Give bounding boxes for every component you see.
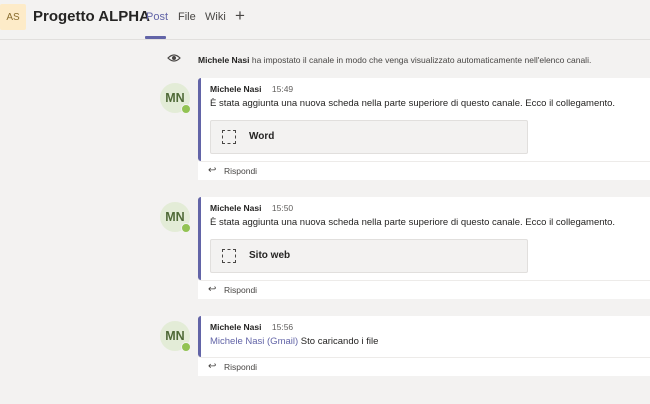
message-time: 15:56: [271, 322, 294, 332]
message-card: Michele Nasi 15:56 Michele Nasi (Gmail) …: [198, 316, 650, 357]
reply-arrow-icon: ↩: [208, 284, 217, 295]
message-card: Michele Nasi 15:50 È stata aggiunta una …: [198, 197, 650, 280]
add-tab-button[interactable]: +: [235, 6, 245, 26]
tab-link-label: Sito web: [249, 250, 291, 261]
tab-link-label: Word: [249, 131, 275, 142]
user-mention-link[interactable]: Michele Nasi (Gmail): [210, 336, 298, 347]
reply-button[interactable]: ↩ Rispondi: [198, 357, 650, 376]
message-text: Michele Nasi (Gmail) Sto caricando i fil…: [210, 336, 378, 347]
channel-title: Progetto ALPHA: [33, 8, 150, 25]
tab-link-card[interactable]: Sito web: [210, 239, 528, 273]
reply-label: Rispondi: [224, 362, 258, 372]
system-message-text: ha impostato il canale in modo che venga…: [249, 55, 592, 65]
reply-label: Rispondi: [224, 285, 258, 295]
reply-label: Rispondi: [224, 166, 258, 176]
message-text-rest: Sto caricando i file: [298, 336, 379, 347]
message-text: È stata aggiunta una nuova scheda nella …: [210, 98, 616, 109]
reply-button[interactable]: ↩ Rispondi: [198, 161, 650, 180]
tab-post[interactable]: Post: [146, 11, 168, 23]
message-meta: Michele Nasi 15:56: [210, 322, 293, 332]
message-card: Michele Nasi 15:49 È stata aggiunta una …: [198, 78, 650, 161]
tab-wiki[interactable]: Wiki: [205, 11, 226, 23]
message-time: 15:50: [271, 203, 294, 213]
message-meta: Michele Nasi 15:50: [210, 203, 293, 213]
avatar[interactable]: MN: [160, 321, 191, 352]
message-text: È stata aggiunta una nuova scheda nella …: [210, 217, 616, 228]
message-author[interactable]: Michele Nasi: [210, 203, 262, 213]
presence-available-icon: [181, 104, 191, 114]
message-time: 15:49: [271, 84, 294, 94]
tab-placeholder-icon: [222, 130, 236, 144]
system-message-author: Michele Nasi: [198, 55, 250, 65]
avatar-initials: MN: [165, 329, 185, 343]
tab-file[interactable]: File: [178, 11, 196, 23]
avatar-initials: MN: [165, 91, 185, 105]
channel-header: AS Progetto ALPHA Post File Wiki +: [0, 0, 650, 40]
presence-available-icon: [181, 342, 191, 352]
message-author[interactable]: Michele Nasi: [210, 322, 262, 332]
avatar[interactable]: MN: [160, 83, 191, 114]
tab-placeholder-icon: [222, 249, 236, 263]
tab-link-card[interactable]: Word: [210, 120, 528, 154]
message-author[interactable]: Michele Nasi: [210, 84, 262, 94]
reply-button[interactable]: ↩ Rispondi: [198, 280, 650, 299]
active-tab-indicator: [145, 36, 166, 39]
message-meta: Michele Nasi 15:49: [210, 84, 293, 94]
team-avatar[interactable]: AS: [0, 4, 26, 30]
eye-icon: [167, 54, 181, 62]
reply-arrow-icon: ↩: [208, 165, 217, 176]
avatar-initials: MN: [165, 210, 185, 224]
reply-arrow-icon: ↩: [208, 361, 217, 372]
presence-available-icon: [181, 223, 191, 233]
avatar[interactable]: MN: [160, 202, 191, 233]
